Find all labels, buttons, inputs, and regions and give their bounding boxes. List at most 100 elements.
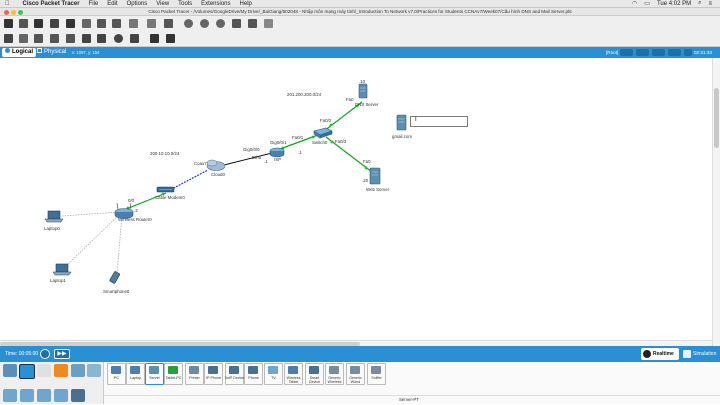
clock-icon: [684, 49, 692, 56]
menu-extensions[interactable]: Extensions: [201, 1, 230, 7]
category-industrial[interactable]: [37, 389, 51, 402]
menubar-clock[interactable]: Tue 4:02 PM: [657, 1, 691, 7]
minimize-window-icon[interactable]: [11, 9, 16, 15]
logical-workspace[interactable]: 201.200.200.0/24 200.10.10.0/24 .10 Fa0 …: [0, 58, 712, 346]
simple-pdu-icon[interactable]: [150, 34, 159, 43]
redo-icon[interactable]: [147, 19, 156, 28]
place-note-icon[interactable]: [66, 34, 75, 43]
menu-view[interactable]: View: [156, 1, 169, 7]
simulation-mode-button[interactable]: Simulation: [682, 348, 720, 360]
new-file-icon[interactable]: [4, 19, 13, 28]
mail-server-icon[interactable]: [396, 114, 407, 131]
menu-file[interactable]: File: [89, 1, 99, 7]
search-icon[interactable]: ⌕: [698, 0, 701, 7]
category-network-devices[interactable]: [3, 364, 17, 377]
category-multiuser[interactable]: [87, 364, 101, 377]
draw-ellipse-icon[interactable]: [114, 34, 123, 43]
device-laptop[interactable]: Laptop: [126, 363, 145, 385]
draw-line-icon[interactable]: [82, 34, 91, 43]
category-misc[interactable]: [71, 364, 85, 377]
battery-icon[interactable]: ▭: [644, 0, 650, 7]
zoom-reset-icon[interactable]: [200, 19, 209, 28]
wifi-icon[interactable]: ◠: [632, 0, 637, 7]
laptop0-icon[interactable]: [44, 210, 64, 223]
category-end-devices[interactable]: [19, 364, 35, 379]
router-ip-label: .2: [134, 208, 138, 213]
realtime-label: Realtime: [653, 351, 674, 357]
category-smart-city[interactable]: [20, 389, 34, 402]
menu-app-name[interactable]: Cisco Packet Tracer: [23, 1, 80, 7]
menu-list-icon[interactable]: ≡: [708, 1, 712, 7]
close-window-icon[interactable]: [4, 9, 9, 15]
category-power-grid[interactable]: [54, 389, 68, 402]
device-voip[interactable]: VoIP Device: [225, 363, 244, 385]
device-generic-wireless[interactable]: Generic Wireless: [325, 363, 344, 385]
freeform-icon[interactable]: [130, 34, 139, 43]
select-tool-icon[interactable]: [4, 34, 13, 43]
draw-rectangle-icon[interactable]: [97, 34, 106, 43]
network-info-icon[interactable]: [82, 19, 91, 28]
save-icon[interactable]: [34, 19, 43, 28]
vertical-scrollbar[interactable]: [712, 58, 720, 346]
resize-icon[interactable]: [50, 34, 59, 43]
delete-icon[interactable]: [34, 34, 43, 43]
device-server[interactable]: Server: [145, 363, 164, 385]
zoom-window-icon[interactable]: [18, 9, 23, 15]
category-tower[interactable]: [71, 389, 85, 402]
complex-pdu-icon[interactable]: [166, 34, 175, 43]
device-printer[interactable]: Printer: [185, 363, 204, 385]
menu-tools[interactable]: Tools: [178, 1, 192, 7]
vertical-scroll-thumb[interactable]: [714, 88, 719, 148]
viewport-button[interactable]: [668, 49, 681, 56]
device-pc[interactable]: PC: [107, 363, 126, 385]
menu-help[interactable]: Help: [240, 1, 252, 7]
cloud-icon[interactable]: [206, 159, 226, 171]
root-label[interactable]: [Root]: [606, 50, 618, 55]
device-ip-phone[interactable]: IP Phone: [204, 363, 223, 385]
menu-edit[interactable]: Edit: [107, 1, 117, 7]
inspect-icon[interactable]: [19, 34, 28, 43]
fast-forward-button[interactable]: ▶▶: [54, 349, 70, 359]
pan-icon[interactable]: [164, 19, 173, 28]
category-components[interactable]: [37, 364, 51, 377]
print-icon[interactable]: [50, 19, 59, 28]
category-home[interactable]: [3, 389, 17, 402]
laptop1-icon[interactable]: [52, 263, 72, 276]
device-generic-wired[interactable]: Generic Wired: [346, 363, 365, 385]
laptop0-name-label: Laptop0: [44, 226, 60, 231]
cable-modem-icon[interactable]: [156, 186, 175, 193]
menu-options[interactable]: Options: [127, 1, 148, 7]
modem-name-label: Cable Modem0: [155, 195, 185, 200]
activity-wizard-icon[interactable]: [66, 19, 75, 28]
tab-physical[interactable]: Physical: [34, 48, 69, 57]
device-sniffer[interactable]: Sniffer: [367, 363, 386, 385]
copy-icon[interactable]: [97, 19, 106, 28]
switch-icon[interactable]: [313, 127, 333, 139]
power-cycle-button[interactable]: [40, 349, 50, 359]
paste-icon[interactable]: [112, 19, 121, 28]
device-wireless-tablet[interactable]: Wireless Tablet: [284, 363, 303, 385]
device-smart[interactable]: Smart Device: [305, 363, 324, 385]
back-button[interactable]: [620, 49, 633, 56]
new-cluster-button[interactable]: [636, 49, 649, 56]
undo-icon[interactable]: [129, 19, 138, 28]
device-tablet-pc[interactable]: Tablet-PC: [164, 363, 183, 385]
apple-icon[interactable]: : [5, 1, 10, 7]
zoom-out-icon[interactable]: [216, 19, 225, 28]
device-tv[interactable]: TV: [264, 363, 283, 385]
open-folder-icon[interactable]: [19, 19, 28, 28]
isp-router-icon[interactable]: [269, 147, 285, 158]
web-server-icon[interactable]: [369, 167, 381, 185]
palette-icon[interactable]: [232, 19, 241, 28]
move-object-button[interactable]: [652, 49, 665, 56]
tab-logical[interactable]: Logical: [2, 48, 37, 57]
dns-server-icon[interactable]: [358, 83, 368, 99]
custom-device-icon[interactable]: [248, 19, 257, 28]
device-rename-input[interactable]: I: [410, 116, 468, 127]
category-connections[interactable]: [54, 364, 68, 377]
smartphone-icon[interactable]: [109, 271, 121, 284]
zoom-in-icon[interactable]: [184, 19, 193, 28]
device-phone[interactable]: Phone: [244, 363, 263, 385]
help-icon[interactable]: [264, 19, 273, 28]
realtime-mode-button[interactable]: Realtime: [641, 348, 679, 360]
